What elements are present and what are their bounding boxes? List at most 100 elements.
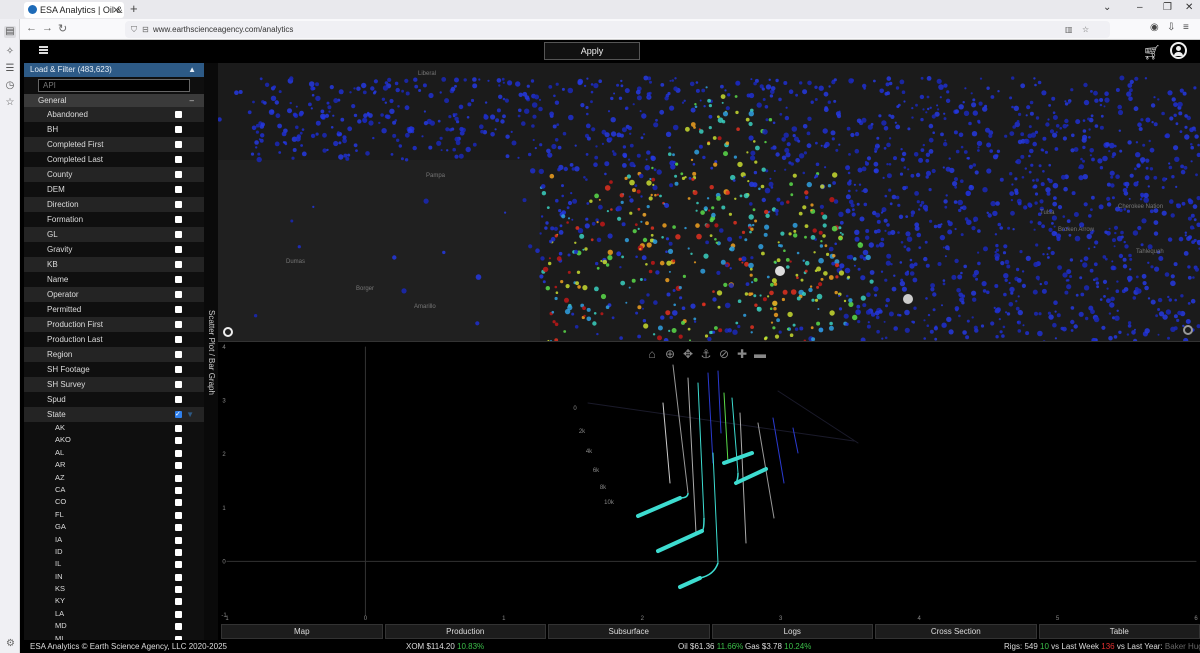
state-item[interactable]: AZ <box>24 472 204 484</box>
state-item[interactable]: AK <box>24 422 204 434</box>
forward-icon[interactable]: → <box>42 22 53 34</box>
state-item[interactable]: KY <box>24 595 204 607</box>
cart-icon[interactable]: 🛒︎ <box>1143 44 1161 61</box>
filter-header[interactable]: Load & Filter (483,623) ▲ <box>24 63 204 77</box>
history-icon[interactable]: ◷ <box>4 80 16 92</box>
state-item[interactable]: AR <box>24 459 204 471</box>
state-checkbox[interactable] <box>175 573 182 581</box>
filter-field-item[interactable]: Gravity <box>24 242 204 257</box>
filter-field-checkbox[interactable] <box>175 321 182 328</box>
state-checkbox[interactable] <box>175 586 182 594</box>
close-tab-icon[interactable]: ✕ <box>112 2 120 18</box>
star-icon[interactable]: ☆ <box>4 97 16 109</box>
state-item[interactable]: CO <box>24 496 204 508</box>
filter-field-item[interactable]: Operator <box>24 287 204 302</box>
state-checkbox[interactable] <box>175 536 182 544</box>
state-checkbox[interactable] <box>175 462 182 470</box>
state-checkbox[interactable] <box>175 598 182 606</box>
zoom-in-icon[interactable]: ✚ <box>735 347 749 361</box>
state-item[interactable]: AL <box>24 447 204 459</box>
map-locate-icon[interactable] <box>223 327 233 337</box>
filter-field-item[interactable]: SH Footage <box>24 362 204 377</box>
state-item[interactable]: CA <box>24 484 204 496</box>
expand-triangle-icon[interactable]: ▼ <box>186 407 194 422</box>
panel-icon[interactable]: ▤ <box>4 26 16 38</box>
general-group-header[interactable]: General – <box>24 94 204 107</box>
collapse-caret-icon[interactable]: ▲ <box>188 63 196 77</box>
map-info-icon[interactable] <box>1183 325 1193 335</box>
ai-sparkle-icon[interactable]: ✧ <box>4 46 16 58</box>
bookmark-star-icon[interactable]: ☆ <box>1082 21 1089 38</box>
filter-field-checkbox[interactable] <box>175 156 182 163</box>
browser-tab[interactable]: ESA Analytics | Oil & Gas Data ✕ <box>24 2 124 18</box>
state-item[interactable]: LA <box>24 608 204 620</box>
state-item[interactable]: IN <box>24 571 204 583</box>
restore-icon[interactable]: ❐ <box>1163 2 1172 13</box>
state-checkbox[interactable] <box>175 425 182 432</box>
filter-field-checkbox[interactable] <box>175 396 182 403</box>
reload-icon[interactable]: ↻ <box>58 22 67 35</box>
filter-field-item[interactable]: Region <box>24 347 204 362</box>
filter-field-item[interactable]: Abandoned <box>24 107 204 122</box>
view-tab-cross-section[interactable]: Cross Section <box>875 624 1037 639</box>
filter-field-item[interactable]: SH Survey <box>24 377 204 392</box>
filter-field-checkbox[interactable] <box>175 246 182 253</box>
scatter-bar-tab-label[interactable]: Scatter Plot / Bar Graph <box>207 310 216 395</box>
subsurface-chart[interactable]: 4 3 2 1 0 -1 1 0 1 2 3 4 5 6 0 2k 4k 6k 8k 10k ⌂ ⊕ ✥ ⚓ ⊘ ✚ … <box>218 343 1200 622</box>
filter-field-checkbox[interactable] <box>175 141 182 148</box>
address-bar[interactable]: ⛉ ⊟ www.earthscienceagency.com/analytics… <box>125 21 1110 38</box>
orbit-icon[interactable]: ⚓ <box>699 347 713 361</box>
hamburger-menu-icon[interactable] <box>39 46 48 54</box>
state-checkbox[interactable] <box>175 511 182 519</box>
filter-field-checkbox[interactable] <box>175 216 182 223</box>
shield-icon[interactable]: ⛉ <box>131 21 137 38</box>
filter-field-item[interactable]: County <box>24 167 204 182</box>
filter-field-item[interactable]: BH <box>24 122 204 137</box>
filter-field-checkbox[interactable] <box>175 126 182 133</box>
apply-button[interactable]: Apply <box>544 42 640 60</box>
view-tab-production[interactable]: Production <box>384 624 546 639</box>
filter-field-checkbox[interactable] <box>175 351 182 358</box>
view-tab-map[interactable]: Map <box>221 624 383 639</box>
state-item[interactable]: FL <box>24 509 204 521</box>
filter-field-item[interactable]: Formation <box>24 212 204 227</box>
menu-icon[interactable]: ≡ <box>1183 22 1189 33</box>
reset-icon[interactable]: ⊘ <box>717 347 731 361</box>
reader-icon[interactable]: ▥ <box>1065 21 1073 38</box>
state-item[interactable]: IL <box>24 558 204 570</box>
filter-field-checkbox[interactable] <box>175 381 182 388</box>
state-item[interactable]: KS <box>24 583 204 595</box>
state-checkbox[interactable] <box>175 610 182 618</box>
filter-field-item[interactable]: Direction <box>24 197 204 212</box>
filter-field-checkbox[interactable] <box>175 201 182 208</box>
zoom-out-icon[interactable]: ▬ <box>753 347 767 361</box>
pan-icon[interactable]: ✥ <box>681 347 695 361</box>
minimize-icon[interactable]: – <box>1137 2 1143 13</box>
filter-field-checkbox[interactable] <box>175 171 182 178</box>
view-tab-subsurface[interactable]: Subsurface <box>548 624 710 639</box>
new-tab-icon[interactable]: + <box>130 1 138 16</box>
zoom-icon[interactable]: ⊕ <box>663 347 677 361</box>
view-tab-logs[interactable]: Logs <box>711 624 873 639</box>
filter-field-item[interactable]: Production Last <box>24 332 204 347</box>
filter-field-checkbox[interactable] <box>175 306 182 313</box>
back-icon[interactable]: ← <box>26 22 37 34</box>
filter-field-item[interactable]: Completed First <box>24 137 204 152</box>
filter-field-checkbox[interactable] <box>175 407 182 422</box>
state-checkbox[interactable] <box>175 524 182 532</box>
state-checkbox[interactable] <box>175 561 182 569</box>
filter-field-checkbox[interactable] <box>175 111 182 118</box>
well-map[interactable]: Liberal Pampa Dumas Borger Amarillo Tuls… <box>218 63 1200 342</box>
account-icon[interactable]: ◉ <box>1150 22 1159 33</box>
state-item[interactable]: IA <box>24 534 204 546</box>
state-checkbox[interactable] <box>175 499 182 507</box>
filter-field-item[interactable]: Spud <box>24 392 204 407</box>
user-avatar-icon[interactable] <box>1170 42 1187 59</box>
filter-field-checkbox[interactable] <box>175 336 182 343</box>
state-checkbox[interactable] <box>175 449 182 457</box>
filter-field-item[interactable]: DEM <box>24 182 204 197</box>
state-item[interactable]: MI <box>24 633 204 640</box>
filter-field-checkbox[interactable] <box>175 261 182 268</box>
filter-field-checkbox[interactable] <box>175 231 182 238</box>
lock-icon[interactable]: ⊟ <box>142 21 149 38</box>
